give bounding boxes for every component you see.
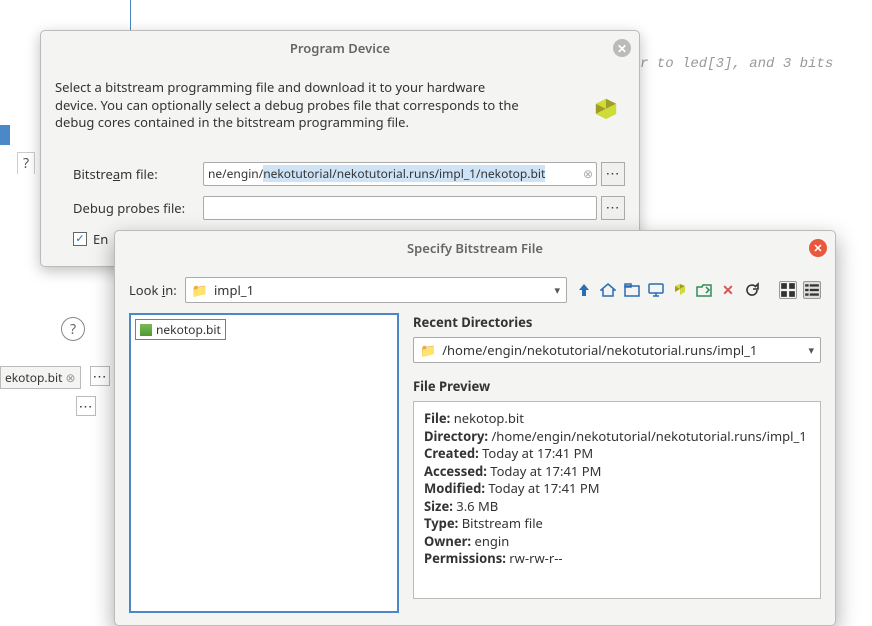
grid-view-button[interactable] xyxy=(779,281,797,299)
bitstream-selected-text: nekotutorial/nekotutorial.runs/impl_1/ne… xyxy=(263,165,545,182)
dialog-title: Program Device xyxy=(290,39,390,57)
lookin-label: Look in: xyxy=(129,281,177,299)
preview-modified-label: Modified: xyxy=(424,479,485,497)
enable-label: En xyxy=(93,230,108,248)
preview-perm-label: Permissions: xyxy=(424,549,506,567)
preview-file-label: File: xyxy=(424,409,450,427)
recent-dir-value: /home/engin/nekotutorial/nekotutorial.ru… xyxy=(442,341,757,359)
preview-owner: engin xyxy=(474,532,509,550)
help-tab[interactable]: ? xyxy=(17,152,35,174)
refresh-icon[interactable] xyxy=(743,281,761,299)
preview-modified: Today at 17:41 PM xyxy=(488,479,599,497)
debug-probes-label: Debug probes file: xyxy=(73,199,203,217)
desktop-icon[interactable] xyxy=(647,281,665,299)
xilinx-logo-icon xyxy=(589,97,623,131)
preview-size-label: Size: xyxy=(424,497,453,515)
code-comment: r to led[3], and 3 bits xyxy=(640,56,833,72)
debug-probes-input[interactable] xyxy=(203,196,597,220)
tab-overflow-button[interactable]: ⋯ xyxy=(90,366,110,386)
specify-bitstream-dialog: Specify Bitstream File ✕ Look in: 📁 impl… xyxy=(114,230,836,626)
bitstream-prefix: ne/engin/ xyxy=(208,165,263,182)
preview-dir-label: Directory: xyxy=(424,427,488,445)
file-preview-panel: File: nekotop.bit Directory: /home/engin… xyxy=(413,401,821,599)
bitstream-label: Bitstream file: xyxy=(73,165,203,183)
dialog-description: Select a bitstream programming file and … xyxy=(55,79,525,132)
preview-accessed: Today at 17:41 PM xyxy=(490,462,601,480)
preview-perm: rw-rw-r-- xyxy=(509,549,562,567)
home-icon[interactable] xyxy=(599,281,617,299)
preview-type: Bitstream file xyxy=(462,514,543,532)
close-icon[interactable]: ⊗ xyxy=(65,369,75,386)
bitstream-file-input[interactable]: ne/engin/nekotutorial/nekotutorial.runs/… xyxy=(203,162,597,186)
preview-type-label: Type: xyxy=(424,514,458,532)
delete-icon[interactable]: ✕ xyxy=(719,281,737,299)
preview-file: nekotop.bit xyxy=(454,409,524,427)
file-tab-label: ekotop.bit xyxy=(5,369,62,386)
browse-bitstream-button[interactable]: ⋯ xyxy=(601,162,625,186)
preview-created-label: Created: xyxy=(424,444,479,462)
file-preview-title: File Preview xyxy=(413,377,821,395)
file-tab[interactable]: ekotop.bit ⊗ xyxy=(0,366,81,389)
file-item-label: nekotop.bit xyxy=(156,321,221,338)
preview-owner-label: Owner: xyxy=(424,532,471,550)
recent-dirs-title: Recent Directories xyxy=(413,313,821,331)
dialog-title-bar: Specify Bitstream File ✕ xyxy=(115,231,835,265)
enable-checkbox[interactable]: ✓ xyxy=(73,232,87,246)
file-item-selected[interactable]: nekotop.bit xyxy=(135,319,226,340)
file-list[interactable]: nekotop.bit xyxy=(129,313,399,613)
close-button[interactable]: ✕ xyxy=(613,39,631,57)
preview-size: 3.6 MB xyxy=(456,497,498,515)
clear-icon[interactable]: ⊗ xyxy=(583,165,593,182)
folder-icon: 📁 xyxy=(192,281,208,299)
more-button[interactable]: ⋯ xyxy=(76,396,96,416)
left-accent xyxy=(0,125,10,145)
preview-dir: /home/engin/nekotutorial/nekotutorial.ru… xyxy=(491,427,806,445)
close-button[interactable]: ✕ xyxy=(809,239,827,257)
dialog-title: Specify Bitstream File xyxy=(407,239,543,257)
dialog-title-bar: Program Device ✕ xyxy=(41,31,639,65)
xilinx-icon[interactable] xyxy=(671,281,689,299)
lookin-dropdown[interactable]: 📁 impl_1 ▾ xyxy=(185,277,567,303)
list-view-button[interactable] xyxy=(803,281,821,299)
browse-debug-button[interactable]: ⋯ xyxy=(601,196,625,220)
file-dialog-toolbar: Look in: 📁 impl_1 ▾ xyxy=(129,277,821,303)
folder-icon: 📁 xyxy=(420,341,436,359)
folder-icon[interactable] xyxy=(623,281,641,299)
lookin-value: impl_1 xyxy=(214,281,254,299)
up-arrow-icon[interactable] xyxy=(575,281,593,299)
new-folder-icon[interactable] xyxy=(695,281,713,299)
preview-created: Today at 17:41 PM xyxy=(482,444,593,462)
recent-dirs-dropdown[interactable]: 📁 /home/engin/nekotutorial/nekotutorial.… xyxy=(413,337,821,363)
chevron-down-icon: ▾ xyxy=(808,343,814,358)
bitstream-file-icon xyxy=(140,324,152,336)
preview-accessed-label: Accessed: xyxy=(424,462,487,480)
chevron-down-icon: ▾ xyxy=(554,283,560,298)
help-icon[interactable]: ? xyxy=(61,317,85,341)
